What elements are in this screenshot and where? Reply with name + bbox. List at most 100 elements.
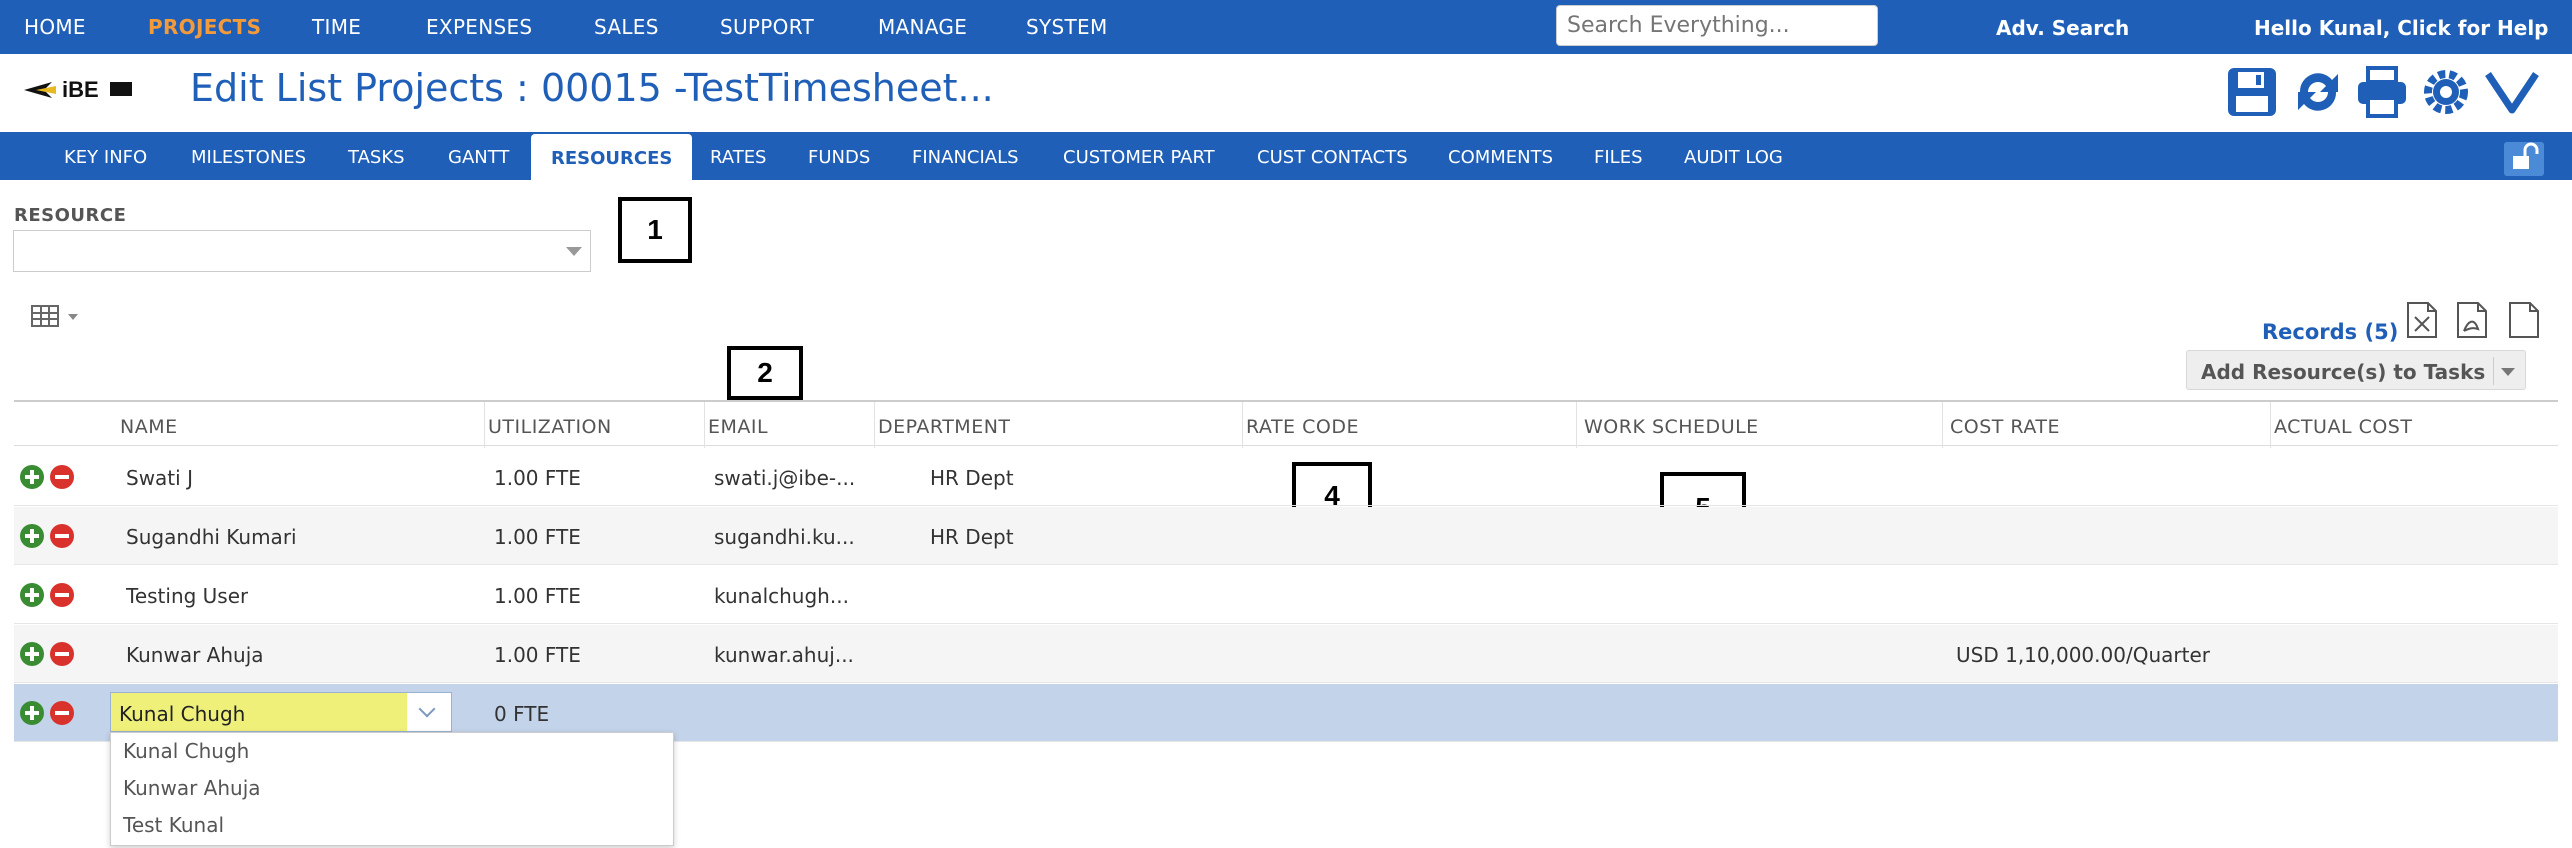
chevron-down-icon: [566, 247, 582, 256]
export-pdf-icon[interactable]: [2456, 301, 2488, 339]
cell-email: swati.j@ibe-...: [714, 466, 856, 490]
add-row-icon[interactable]: [20, 701, 44, 725]
refresh-icon[interactable]: [2290, 64, 2346, 120]
nav-home[interactable]: HOME: [24, 15, 86, 39]
cell-department: HR Dept: [930, 466, 1014, 490]
remove-row-icon[interactable]: [50, 524, 74, 548]
add-row-icon[interactable]: [20, 642, 44, 666]
cell-name: Sugandhi Kumari: [126, 525, 297, 549]
export-file-icon[interactable]: [2508, 301, 2540, 339]
cell-department: HR Dept: [930, 525, 1014, 549]
print-icon[interactable]: [2354, 64, 2410, 120]
tab-resources[interactable]: RESOURCES: [531, 134, 693, 180]
resource-name-combobox[interactable]: Kunal Chugh: [110, 692, 452, 732]
add-resources-to-tasks-button[interactable]: Add Resource(s) to Tasks: [2186, 350, 2526, 390]
col-rate-code[interactable]: RATE CODE: [1246, 416, 1359, 438]
tab-key-info[interactable]: KEY INFO: [64, 147, 147, 168]
add-row-icon[interactable]: [20, 524, 44, 548]
col-divider: [1242, 402, 1243, 448]
tab-cust-contacts[interactable]: CUST CONTACTS: [1257, 147, 1408, 168]
dropdown-option[interactable]: Kunwar Ahuja: [123, 776, 261, 800]
table-row[interactable]: Swati J 1.00 FTE swati.j@ibe-... HR Dept: [14, 448, 2558, 506]
table-row[interactable]: Testing User 1.00 FTE kunalchugh...: [14, 566, 2558, 624]
col-name[interactable]: NAME: [120, 416, 178, 438]
help-greeting-link[interactable]: Hello Kunal, Click for Help: [2254, 16, 2549, 40]
table-header: NAME UTILIZATION EMAIL DEPARTMENT RATE C…: [14, 400, 2558, 448]
cell-email: sugandhi.ku...: [714, 525, 855, 549]
cell-utilization: 0 FTE: [494, 702, 550, 726]
col-department[interactable]: DEPARTMENT: [878, 416, 1011, 438]
tab-bar: KEY INFO MILESTONES TASKS GANTT RESOURCE…: [0, 132, 2572, 180]
nav-sales[interactable]: SALES: [594, 15, 659, 39]
records-count: Records (5): [2262, 320, 2399, 344]
cell-utilization: 1.00 FTE: [494, 643, 581, 667]
nav-expenses[interactable]: EXPENSES: [426, 15, 532, 39]
col-cost-rate[interactable]: COST RATE: [1950, 416, 2060, 438]
col-divider: [484, 402, 485, 448]
cell-utilization: 1.00 FTE: [494, 584, 581, 608]
col-utilization[interactable]: UTILIZATION: [488, 416, 612, 438]
dropdown-option[interactable]: Test Kunal: [123, 813, 224, 837]
tab-audit-log[interactable]: AUDIT LOG: [1684, 147, 1783, 168]
cell-utilization: 1.00 FTE: [494, 525, 581, 549]
tab-funds[interactable]: FUNDS: [808, 147, 870, 168]
page-title: Edit List Projects : 00015 -TestTimeshee…: [190, 66, 994, 110]
resource-name-input[interactable]: Kunal Chugh: [111, 693, 407, 731]
remove-row-icon[interactable]: [50, 583, 74, 607]
nav-manage[interactable]: MANAGE: [878, 15, 967, 39]
remove-row-icon[interactable]: [50, 465, 74, 489]
settings-icon[interactable]: [2418, 64, 2474, 120]
col-divider: [1576, 402, 1577, 448]
global-search-input[interactable]: [1556, 5, 1878, 46]
tab-milestones[interactable]: MILESTONES: [191, 147, 306, 168]
check-icon[interactable]: [2484, 64, 2540, 120]
remove-row-icon[interactable]: [50, 701, 74, 725]
add-row-icon[interactable]: [20, 465, 44, 489]
company-logo: iBE: [24, 77, 132, 102]
table-row[interactable]: Kunwar Ahuja 1.00 FTE kunwar.ahuj... USD…: [14, 625, 2558, 683]
tab-financials[interactable]: FINANCIALS: [912, 147, 1019, 168]
nav-time[interactable]: TIME: [312, 15, 361, 39]
dropdown-option[interactable]: Kunal Chugh: [123, 739, 249, 763]
cell-name: Swati J: [126, 466, 193, 490]
tab-rates[interactable]: RATES: [710, 147, 767, 168]
col-divider: [2270, 402, 2271, 448]
cell-name: Testing User: [126, 584, 249, 608]
resource-name-dropdown: Kunal Chugh Kunwar Ahuja Test Kunal: [110, 732, 674, 846]
top-nav: HOME PROJECTS TIME EXPENSES SALES SUPPOR…: [0, 0, 2572, 54]
export-excel-icon[interactable]: [2406, 301, 2438, 339]
col-divider: [704, 402, 705, 448]
nav-projects[interactable]: PROJECTS: [148, 15, 261, 39]
svg-text:iBE: iBE: [62, 77, 99, 102]
add-resources-label: Add Resource(s) to Tasks: [2201, 360, 2486, 384]
callout-1: 1: [618, 197, 692, 263]
table-row[interactable]: Sugandhi Kumari 1.00 FTE sugandhi.ku... …: [14, 507, 2558, 565]
resource-filter-label: RESOURCE: [14, 205, 127, 226]
tab-gantt[interactable]: GANTT: [448, 147, 509, 168]
resource-filter-select[interactable]: [13, 230, 591, 272]
grid-view-icon[interactable]: [30, 302, 86, 330]
col-work-schedule[interactable]: WORK SCHEDULE: [1584, 416, 1759, 438]
tab-comments[interactable]: COMMENTS: [1448, 147, 1553, 168]
callout-2: 2: [727, 346, 803, 400]
col-email[interactable]: EMAIL: [708, 416, 768, 438]
remove-row-icon[interactable]: [50, 642, 74, 666]
nav-system[interactable]: SYSTEM: [1026, 15, 1108, 39]
chevron-down-icon[interactable]: [409, 693, 451, 731]
adv-search-link[interactable]: Adv. Search: [1996, 16, 2129, 40]
col-actual-cost[interactable]: ACTUAL COST: [2274, 416, 2412, 438]
add-row-icon[interactable]: [20, 583, 44, 607]
chevron-down-icon[interactable]: [2501, 368, 2515, 376]
nav-support[interactable]: SUPPORT: [720, 15, 814, 39]
tab-tasks[interactable]: TASKS: [348, 147, 405, 168]
tab-files[interactable]: FILES: [1594, 147, 1643, 168]
cell-name: Kunwar Ahuja: [126, 643, 264, 667]
cell-email: kunwar.ahuj...: [714, 643, 854, 667]
cell-cost-rate: USD 1,10,000.00/Quarter: [1956, 643, 2210, 667]
tab-customer-part[interactable]: CUSTOMER PART: [1063, 147, 1215, 168]
col-divider: [1942, 402, 1943, 448]
cell-email: kunalchugh...: [714, 584, 849, 608]
unlock-icon[interactable]: [2504, 142, 2544, 176]
save-icon[interactable]: [2224, 64, 2280, 120]
cell-utilization: 1.00 FTE: [494, 466, 581, 490]
